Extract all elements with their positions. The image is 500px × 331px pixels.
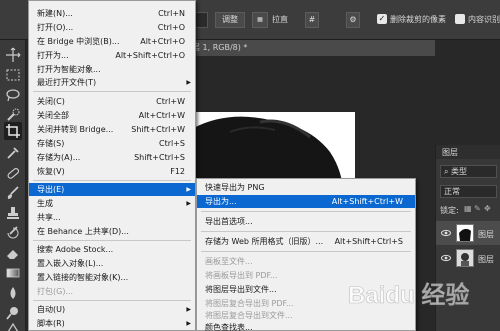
blend-mode-select[interactable]: 正常 [440,185,497,198]
submenu-item-quick-export-png[interactable]: 快速导出为 PNG [197,181,415,194]
menu-separator [33,300,191,301]
clone-stamp-tool-icon[interactable] [4,204,22,222]
eraser-tool-icon[interactable] [4,244,22,262]
menu-item-share-on-behance[interactable]: 在 Behance 上共享(D)... [29,225,195,238]
lock-label: 锁定: [440,206,459,215]
submenu-item-export-preferences[interactable]: 导出首选项... [197,215,415,228]
menu-item-place-linked[interactable]: 置入链接的智能对象(K)... [29,271,195,284]
submenu-arrow-icon: ▶ [186,186,191,193]
menu-item-generate[interactable]: 生成 ▶ [29,197,195,210]
marquee-tool-icon[interactable] [4,66,22,84]
menu-separator [33,240,191,241]
menu-item-open[interactable]: 打开(O)... Ctrl+O [29,21,195,34]
menu-separator [33,180,191,181]
lock-position-icon[interactable]: ✥ [484,204,491,213]
history-brush-tool-icon[interactable] [4,224,22,242]
layer-name: 图层 [478,255,494,264]
menu-item-package[interactable]: 打包(G)... [29,285,195,298]
baidu-watermark: Baidu 经验 [348,275,478,315]
visibility-eye-icon[interactable] [441,253,451,263]
submenu-arrow-icon: ▶ [186,306,191,313]
pen-tool-icon[interactable] [4,322,22,331]
submenu-item-color-lookup-tables[interactable]: 颜色查找表... [197,321,415,331]
lock-paint-icon[interactable]: ✎ [474,204,481,213]
layers-panel-header: 图层 [436,145,500,159]
blur-tool-icon[interactable] [4,284,22,302]
watermark-text: Baidu 经验 [348,281,469,309]
layer-row[interactable]: 图层 [436,246,500,270]
eyedropper-tool-icon[interactable] [4,144,22,162]
brush-tool-icon[interactable] [4,184,22,202]
layer-thumbnail [456,249,474,267]
gradient-tool-icon[interactable] [4,264,22,282]
healing-brush-tool-icon[interactable] [4,164,22,182]
lock-transparency-icon[interactable]: ▦ [464,204,472,213]
menu-item-close-all[interactable]: 关闭全部 Alt+Ctrl+W [29,109,195,122]
menu-separator [33,91,191,92]
layer-name: 图层 [478,230,494,239]
menu-item-place-embedded[interactable]: 置入嵌入对象(L)... [29,257,195,270]
menu-item-search-adobe-stock[interactable]: 搜索 Adobe Stock... [29,243,195,256]
menu-item-close[interactable]: 关闭(C) Ctrl+W [29,95,195,108]
layer-filter-select[interactable]: ⌕ 类型 [440,165,497,178]
menu-item-save-as[interactable]: 存储为(A)... Shift+Ctrl+S [29,151,195,164]
document-tab[interactable]: 层 1, RGB/8) * [190,40,435,56]
straighten-icon[interactable]: ▦ [252,12,268,28]
layer-thumbnail [456,224,474,242]
content-aware-label: 内容识别 [468,15,500,24]
delete-cropped-label: 删除裁剪的像素 [390,15,446,24]
lasso-tool-icon[interactable] [4,86,22,104]
menu-item-save[interactable]: 存储(S) Ctrl+S [29,137,195,150]
menu-item-export[interactable]: 导出(E) ▶ [29,183,195,196]
menu-item-browse-in-bridge[interactable]: 在 Bridge 中浏览(B)... Alt+Ctrl+O [29,35,195,48]
submenu-item-export-as[interactable]: 导出为... Alt+Shift+Ctrl+W [197,195,415,208]
menu-item-revert[interactable]: 恢复(V) F12 [29,165,195,178]
content-aware-checkbox[interactable] [455,14,465,24]
grid-overlay-icon[interactable]: # [305,12,319,28]
menu-item-open-as[interactable]: 打开为... Alt+Shift+Ctrl+O [29,49,195,62]
submenu-arrow-icon: ▶ [186,79,191,86]
menu-separator [201,211,411,212]
menu-item-open-as-smart-object[interactable]: 打开为智能对象... [29,63,195,76]
menu-item-share[interactable]: 共享... [29,211,195,224]
refine-button[interactable]: 调整 [215,12,245,28]
move-tool-icon[interactable] [4,46,22,64]
file-menu: 新建(N)... Ctrl+N 打开(O)... Ctrl+O 在 Bridge 中… [28,0,196,331]
crop-tool-icon[interactable] [4,122,22,140]
menu-item-close-and-go-to-bridge[interactable]: 关闭并转到 Bridge... Shift+Ctrl+W [29,123,195,136]
menu-item-new[interactable]: 新建(N)... Ctrl+N [29,7,195,20]
submenu-arrow-icon: ▶ [186,320,191,327]
submenu-arrow-icon: ▶ [186,200,191,207]
visibility-eye-icon[interactable] [441,228,451,238]
straighten-label: 拉直 [272,15,288,24]
search-icon: ⌕ [444,167,452,176]
menu-item-open-recent[interactable]: 最近打开文件(T) ▶ [29,76,195,89]
dodge-tool-icon[interactable] [4,304,22,322]
gear-icon[interactable]: ⚙ [346,12,360,28]
menu-item-automate[interactable]: 自动(U) ▶ [29,303,195,316]
tab-layers[interactable]: 图层 [442,147,458,158]
delete-cropped-checkbox[interactable]: ✓ [377,14,387,24]
menu-separator [201,231,411,232]
submenu-item-save-for-web[interactable]: 存储为 Web 所用格式（旧版）... Alt+Shift+Ctrl+S [197,235,415,248]
menu-item-scripts[interactable]: 脚本(R) ▶ [29,317,195,330]
submenu-item-artboards-to-files[interactable]: 画板至文件... [197,255,415,268]
tools-panel [0,40,26,331]
menu-separator [201,251,411,252]
layer-row[interactable]: 图层 [436,221,500,245]
